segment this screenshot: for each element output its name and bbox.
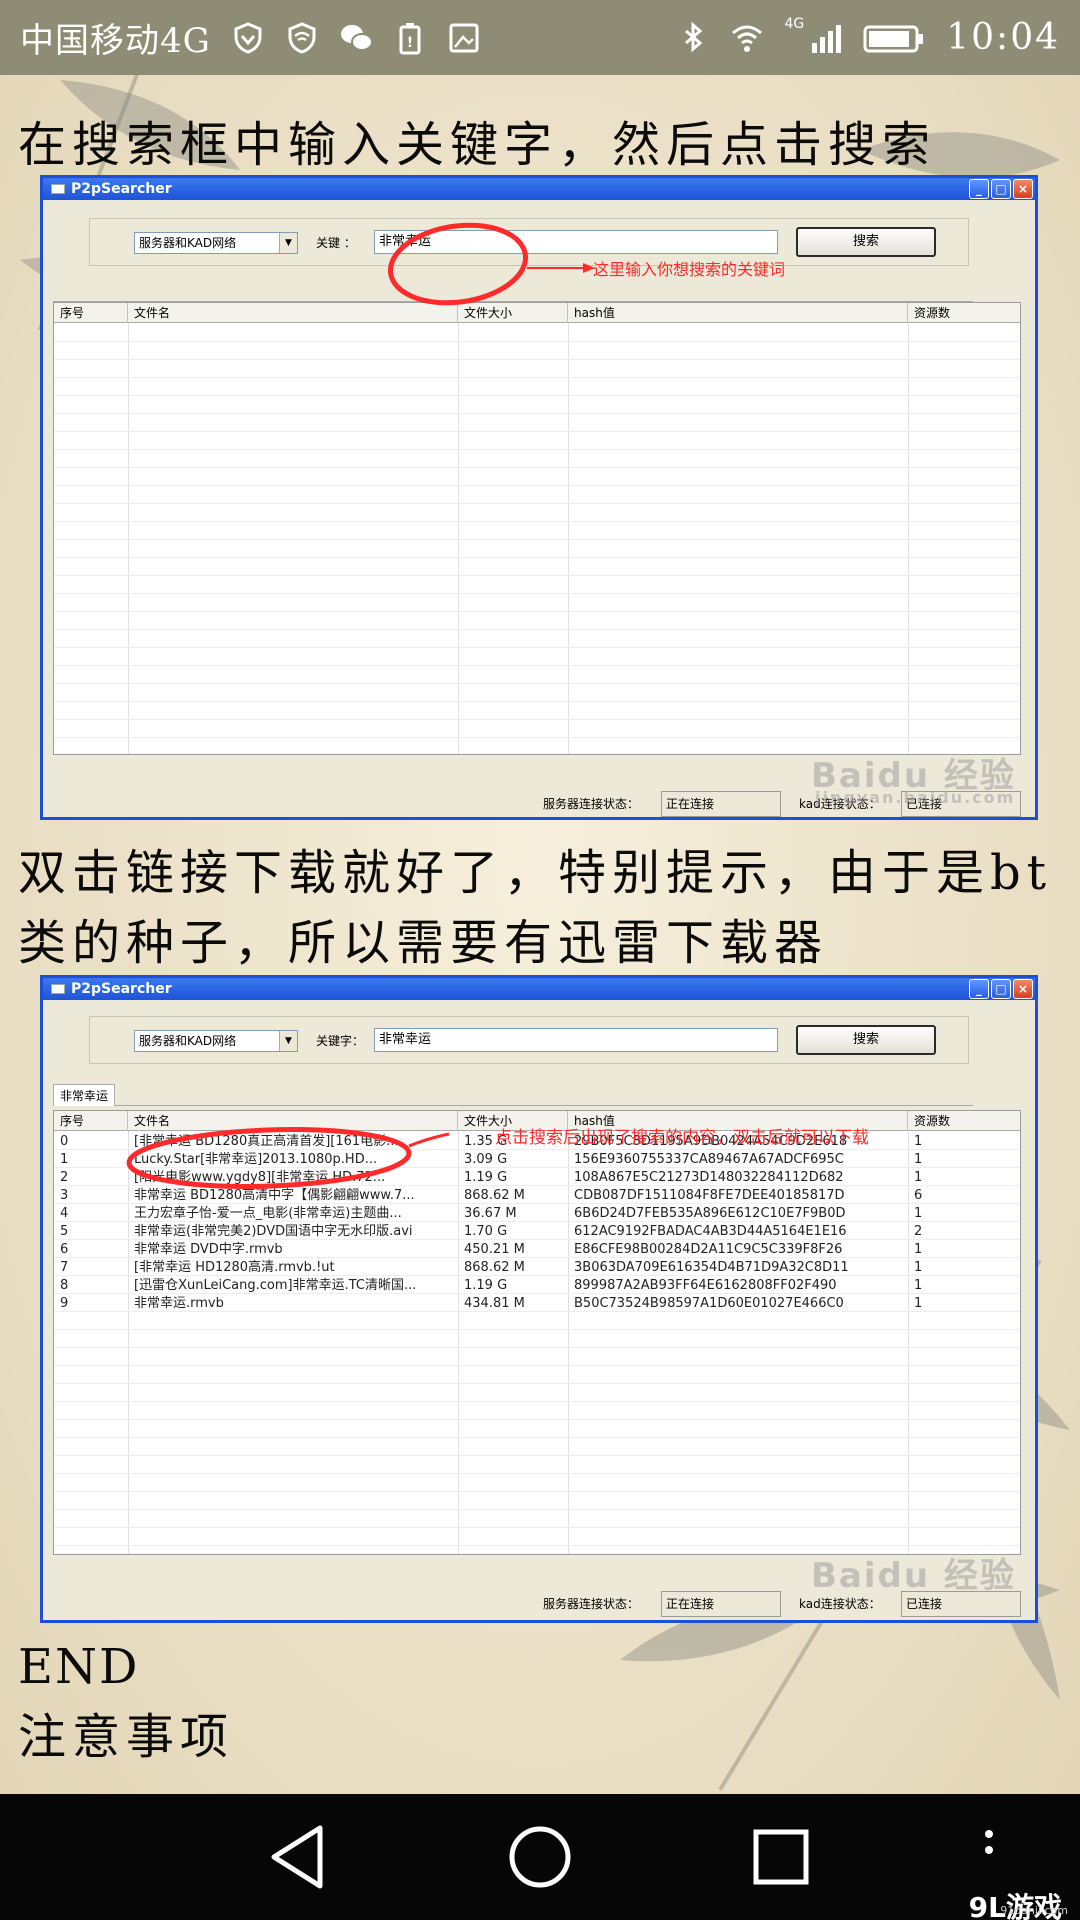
end-marker: END [18,1639,140,1695]
status-bar: 中国移动4G ! 4G 10:04 [0,0,1080,75]
svg-text:!: ! [407,35,413,51]
network-type: 4G [784,15,805,32]
wifi-icon [732,25,763,52]
annotation-circle [387,222,595,306]
signal-icon [812,24,842,53]
shield-icon [234,21,262,54]
image-icon [449,23,479,52]
battery-icon [863,25,924,52]
wechat-icon [340,24,373,51]
battery-warning-icon: ! [399,22,421,54]
notes-heading: 注意事项 [18,1709,235,1765]
screenshot-search-step: P2pSearcher _ □ × 服务器和KAD网络 ▼ 关键 ： 非常幸运 … [40,175,1038,820]
annotation-double-click-hint: 点击搜索后出现了搜索的内容，双击后就可以下载 [495,1128,869,1148]
clock: 10:04 [946,17,1060,58]
instruction-paragraph-1: 在搜索框中输入关键字，然后点击搜索 [18,117,937,173]
screenshot-results-step: P2pSearcher _ □ × 服务器和KAD网络 ▼ 关键字： 非常幸运 … [40,975,1038,1623]
instruction-paragraph-2: 双击链接下载就好了，特别提示，由于是bt 类的种子，所以需要有迅雷下载器 [18,838,1068,978]
home-icon[interactable] [495,1812,585,1902]
back-icon[interactable] [254,1812,344,1902]
navigation-bar [0,1794,1080,1920]
carrier-label: 中国移动4G [20,21,211,61]
wifi-icon [288,21,316,54]
instruction-paragraph-2-line-2: 类的种子，所以需要有迅雷下载器 [18,915,829,971]
recents-icon[interactable] [736,1812,826,1902]
brand-url: 91danji.com [1000,1904,1068,1917]
annotation-keyword-hint: 这里输入你想搜索的关键词 [593,260,786,279]
bluetooth-icon [685,21,703,52]
instruction-paragraph-2-line-1: 双击链接下载就好了，特别提示，由于是bt [18,845,1053,901]
annotation-circle [126,1127,450,1189]
